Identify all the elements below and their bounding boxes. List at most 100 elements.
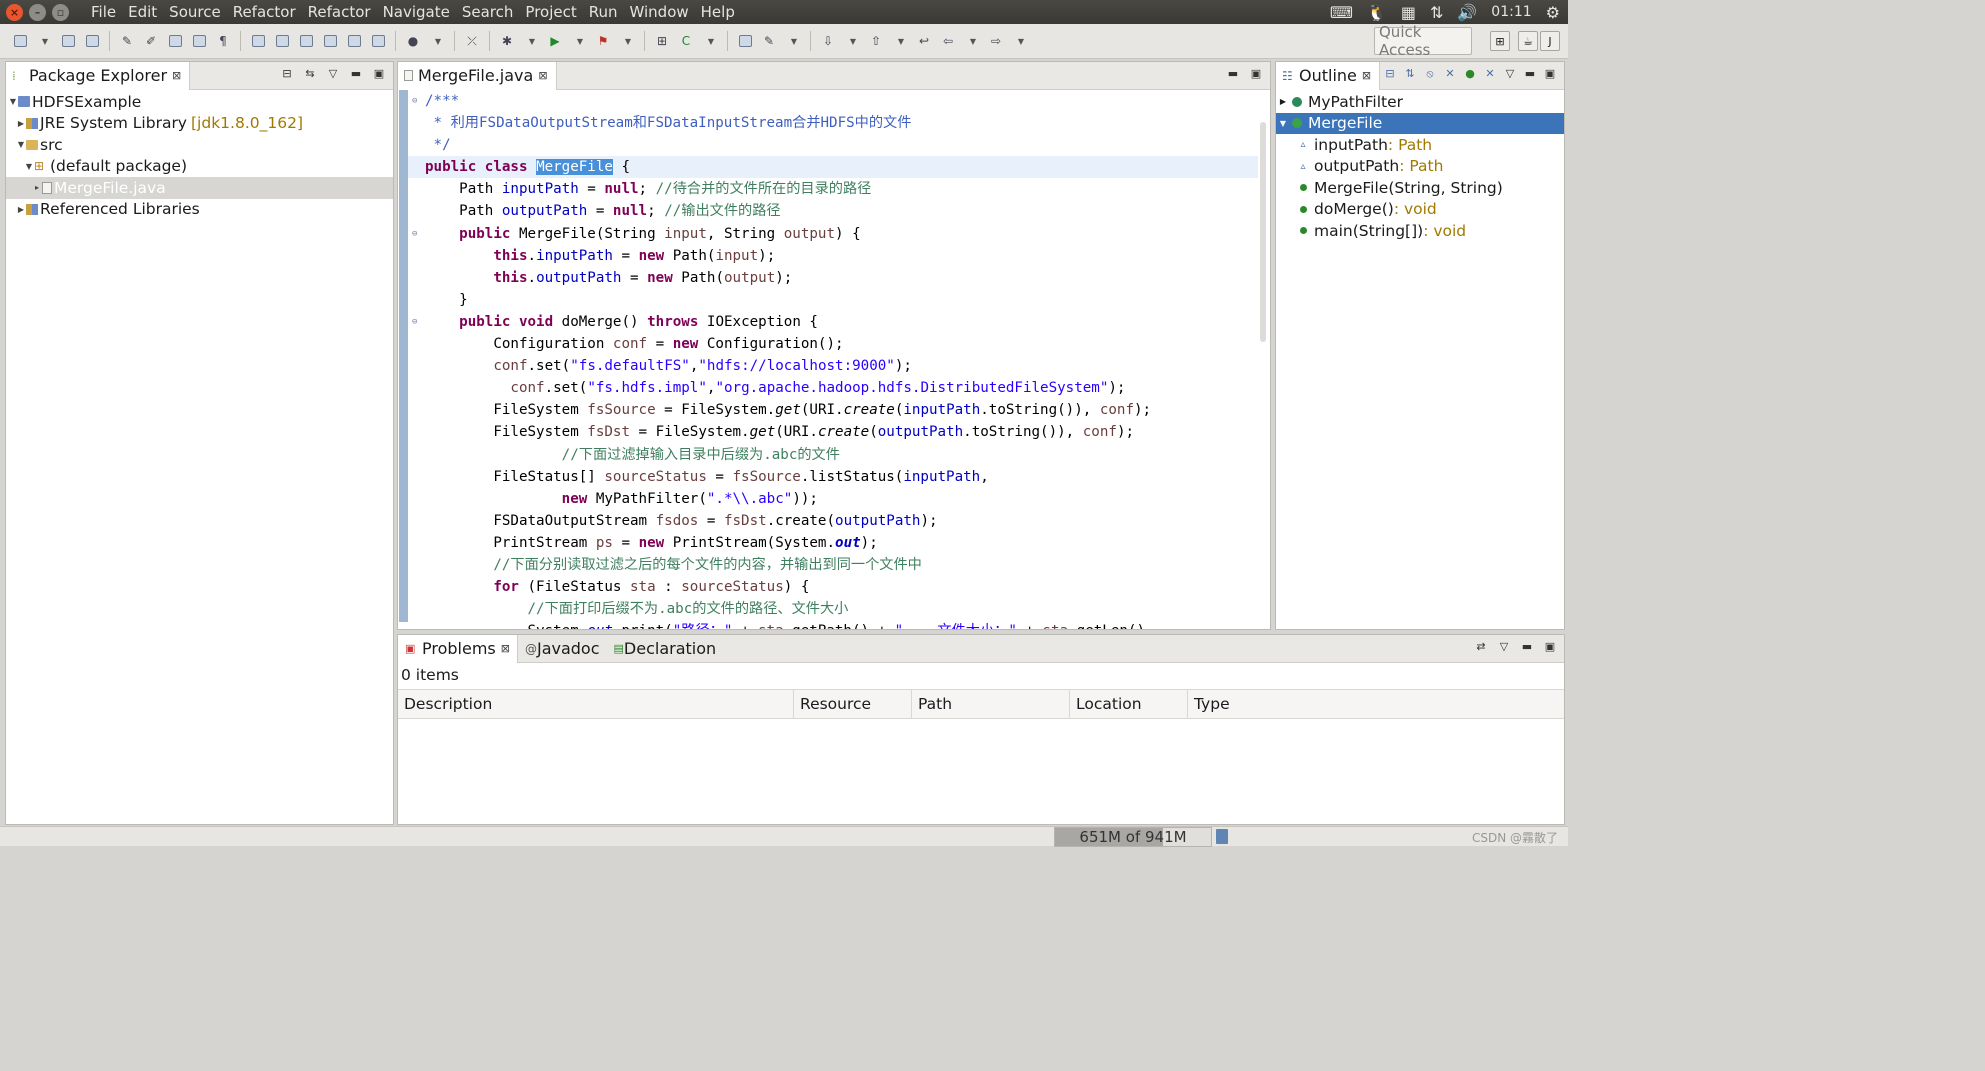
next-annotation-dropdown-icon[interactable]: ▼: [843, 32, 861, 50]
tab-javadoc[interactable]: @ Javadoc: [518, 635, 607, 663]
hide-static-icon[interactable]: ✕: [1444, 67, 1456, 81]
view-menu-icon[interactable]: ▽: [1504, 67, 1516, 81]
run-icon[interactable]: ▶: [546, 32, 564, 50]
calendar-icon[interactable]: ▦: [1401, 3, 1416, 22]
menu-run[interactable]: Run: [583, 0, 624, 24]
network-icon[interactable]: ⇅: [1430, 3, 1443, 22]
hide-non-public-icon[interactable]: ●: [1464, 67, 1476, 81]
menu-project[interactable]: Project: [519, 0, 582, 24]
tux-icon[interactable]: 🐧: [1367, 3, 1387, 22]
next-annotation-icon[interactable]: ⇩: [819, 32, 837, 50]
search-icon[interactable]: ✎: [760, 32, 778, 50]
previous-annotation-dropdown-icon[interactable]: ▼: [891, 32, 909, 50]
show-whitespace-icon[interactable]: ¶: [214, 32, 232, 50]
outline-item-outputpath[interactable]: ▵ outputPath : Path: [1276, 156, 1564, 178]
maximize-icon[interactable]: ▣: [1544, 640, 1556, 653]
minimize-icon[interactable]: ▬: [1524, 67, 1536, 81]
sort-icon[interactable]: ⇅: [1404, 67, 1416, 81]
record-icon[interactable]: ●: [404, 32, 422, 50]
block-selection-icon[interactable]: [166, 32, 184, 50]
volume-icon[interactable]: 🔊: [1457, 3, 1477, 22]
search-dropdown-icon[interactable]: ▼: [784, 32, 802, 50]
servers-icon[interactable]: [345, 32, 363, 50]
close-icon[interactable]: ⊠: [172, 69, 181, 82]
open-task-icon[interactable]: [736, 32, 754, 50]
collapsed-arrow-icon[interactable]: ▸: [32, 183, 42, 192]
outline-item-main[interactable]: main(String[]) : void: [1276, 220, 1564, 242]
view-menu-icon[interactable]: ▽: [327, 67, 339, 80]
close-icon[interactable]: ⊠: [1362, 69, 1371, 82]
record-dropdown-icon[interactable]: ▼: [428, 32, 446, 50]
filter-icon[interactable]: ⇄: [1475, 640, 1487, 653]
fold-toggle-icon[interactable]: ⊖: [412, 90, 417, 112]
save-all-icon[interactable]: [83, 32, 101, 50]
tree-item-src[interactable]: ▼ src: [6, 134, 393, 156]
forward-icon[interactable]: ⇨: [987, 32, 1005, 50]
save-icon[interactable]: [59, 32, 77, 50]
last-edit-location-icon[interactable]: ↩: [915, 32, 933, 50]
keyboard-icon[interactable]: ⌨: [1330, 3, 1353, 22]
maximize-icon[interactable]: ▣: [1544, 67, 1556, 81]
window-maximize-button[interactable]: ▫: [52, 3, 69, 21]
menu-refactor[interactable]: Refactor: [227, 0, 302, 24]
column-location[interactable]: Location: [1070, 690, 1188, 718]
window-minimize-button[interactable]: –: [29, 3, 46, 21]
fold-toggle-icon[interactable]: ⊖: [412, 223, 417, 245]
minimize-icon[interactable]: ▬: [350, 67, 362, 80]
column-type[interactable]: Type: [1188, 690, 1564, 718]
menu-window[interactable]: Window: [624, 0, 695, 24]
toggle-mark-icon[interactable]: ✐: [142, 32, 160, 50]
expanded-arrow-icon[interactable]: ▼: [16, 140, 26, 149]
hide-local-types-icon[interactable]: ✕: [1484, 67, 1496, 81]
search-file-icon[interactable]: [321, 32, 339, 50]
close-icon[interactable]: ⊠: [501, 642, 510, 655]
column-resource[interactable]: Resource: [794, 690, 912, 718]
new-java-class-icon[interactable]: C: [677, 32, 695, 50]
run-dropdown-icon[interactable]: ▼: [570, 32, 588, 50]
debug-icon[interactable]: ✱: [498, 32, 516, 50]
minimize-icon[interactable]: ▬: [1521, 640, 1533, 653]
hide-fields-icon[interactable]: ⦸: [1424, 67, 1436, 81]
settings-gear-icon[interactable]: ⚙: [1546, 3, 1560, 22]
tab-problems[interactable]: ▣ Problems ⊠: [398, 634, 518, 663]
debug-dropdown-icon[interactable]: ▼: [522, 32, 540, 50]
tree-item-default-package[interactable]: ▼ ⊞ (default package): [6, 156, 393, 178]
new-dropdown-icon[interactable]: ▼: [35, 32, 53, 50]
open-type-icon[interactable]: ✎: [118, 32, 136, 50]
back-dropdown-icon[interactable]: ▼: [963, 32, 981, 50]
external-tools-icon[interactable]: ⚑: [594, 32, 612, 50]
java-ee-perspective-icon[interactable]: ☕: [1518, 31, 1538, 51]
editor-scrollbar[interactable]: [1260, 122, 1266, 342]
heap-status[interactable]: 651M of 941M: [1054, 827, 1212, 847]
garbage-collect-icon[interactable]: [1216, 829, 1228, 844]
quick-access-input[interactable]: Quick Access: [1374, 23, 1472, 59]
tab-outline[interactable]: ☷ Outline ⊠: [1276, 61, 1381, 90]
console-icon[interactable]: [273, 32, 291, 50]
tree-item-jre-system-library[interactable]: ▶ JRE System Library [jdk1.8.0_162]: [6, 113, 393, 135]
open-perspective-icon[interactable]: ⊞: [1490, 31, 1510, 51]
link-with-editor-icon[interactable]: ⇆: [304, 67, 316, 80]
external-tools-dropdown-icon[interactable]: ▼: [618, 32, 636, 50]
skip-breakpoints-icon[interactable]: ⤫: [463, 32, 481, 50]
expanded-arrow-icon[interactable]: ▼: [24, 162, 34, 171]
outline-item-mypathfilter[interactable]: ▶ MyPathFilter: [1276, 91, 1564, 113]
collapse-all-icon[interactable]: ⊟: [1384, 67, 1396, 81]
tree-item-hdfsexample[interactable]: ▼ HDFSExample: [6, 91, 393, 113]
db-icon[interactable]: [369, 32, 387, 50]
minimize-icon[interactable]: ▬: [1227, 67, 1239, 80]
close-icon[interactable]: ⊠: [538, 69, 547, 82]
code-area[interactable]: ⊖/*** * 利用FSDataOutputStream和FSDataInput…: [408, 90, 1258, 629]
maximize-icon[interactable]: ▣: [373, 67, 385, 80]
menu-search[interactable]: Search: [456, 0, 520, 24]
back-icon[interactable]: ⇦: [939, 32, 957, 50]
java-perspective-icon[interactable]: J: [1540, 31, 1560, 51]
tree-item-referenced-libraries[interactable]: ▶ Referenced Libraries: [6, 199, 393, 221]
outline-item-constructor[interactable]: MergeFile(String, String): [1276, 177, 1564, 199]
expanded-arrow-icon[interactable]: ▼: [8, 97, 18, 106]
tab-declaration[interactable]: ▤ Declaration: [607, 635, 724, 663]
menu-edit[interactable]: Edit: [122, 0, 163, 24]
menu-source[interactable]: Source: [163, 0, 227, 24]
outline-item-mergefile-class[interactable]: ▼ MergeFile: [1276, 112, 1564, 134]
collapsed-arrow-icon[interactable]: ▶: [16, 205, 26, 214]
expanded-arrow-icon[interactable]: ▼: [1280, 117, 1286, 129]
